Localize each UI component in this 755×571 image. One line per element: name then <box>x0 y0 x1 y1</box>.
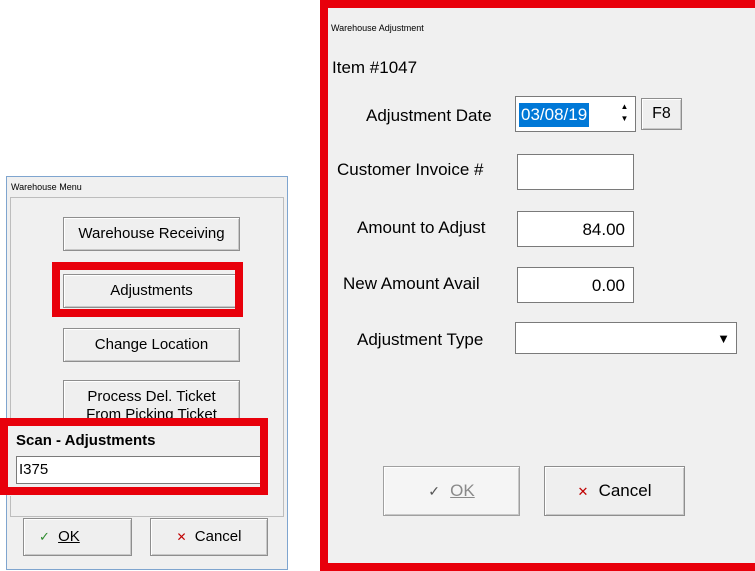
adjustments-label: Adjustments <box>110 282 193 299</box>
adjust-ok-label: OK <box>450 481 475 500</box>
new-amount-avail-label: New Amount Avail <box>343 274 480 293</box>
window-title: Warehouse Menu <box>11 182 82 192</box>
warehouse-adjustment-window: Warehouse Adjustment Item #1047 Adjustme… <box>320 0 755 571</box>
adjust-cancel-button[interactable]: ✕ Cancel <box>544 466 685 516</box>
warehouse-menu-window: Warehouse Menu Warehouse Receiving Adjus… <box>6 176 288 570</box>
change-location-label: Change Location <box>94 336 209 353</box>
spin-up-icon[interactable]: ▲ <box>618 101 631 113</box>
adjustment-date-label: Adjustment Date <box>366 106 492 125</box>
amount-to-adjust-input[interactable]: 84.00 <box>517 211 634 247</box>
menu-ok-label: OK <box>58 528 80 545</box>
new-amount-avail-value: 0.00 <box>591 276 625 295</box>
new-amount-avail-input[interactable]: 0.00 <box>517 267 634 303</box>
spin-arrows-icon[interactable]: ▲ ▼ <box>618 101 631 127</box>
customer-invoice-input[interactable] <box>517 154 634 190</box>
dropdown-arrow-icon[interactable]: ▼ <box>717 331 730 346</box>
menu-cancel-label: Cancel <box>194 528 242 545</box>
adjustments-button[interactable]: Adjustments <box>63 274 240 308</box>
scan-title: Scan - Adjustments <box>16 432 156 449</box>
check-icon: ✓ <box>39 529 50 544</box>
scan-panel: Scan - Adjustments I375 <box>7 418 271 496</box>
process-line-1: Process Del. Ticket <box>87 388 216 405</box>
customer-invoice-label: Customer Invoice # <box>337 160 484 179</box>
adjust-ok-button[interactable]: ✓ OK <box>383 466 520 516</box>
adjustment-type-select[interactable]: ▼ <box>515 322 737 354</box>
menu-cancel-button[interactable]: ✕ Cancel <box>150 518 268 556</box>
f8-label: F8 <box>652 105 671 122</box>
check-icon: ✓ <box>428 483 440 499</box>
adjust-cancel-label: Cancel <box>598 481 652 500</box>
spin-down-icon[interactable]: ▼ <box>618 113 631 125</box>
warehouse-receiving-label: Warehouse Receiving <box>78 225 225 242</box>
amount-to-adjust-label: Amount to Adjust <box>357 218 486 237</box>
amount-to-adjust-value: 84.00 <box>582 220 625 239</box>
cross-icon: ✕ <box>577 484 589 499</box>
menu-ok-button[interactable]: ✓ OK <box>23 518 132 556</box>
scan-input-value: I375 <box>19 461 49 478</box>
item-number: Item #1047 <box>332 58 418 77</box>
f8-button[interactable]: F8 <box>641 98 682 130</box>
date-selection: 03/08/19 <box>519 103 590 127</box>
warehouse-receiving-button[interactable]: Warehouse Receiving <box>63 217 240 251</box>
adjustment-type-label: Adjustment Type <box>357 330 484 349</box>
window-title: Warehouse Adjustment <box>331 23 424 33</box>
change-location-button[interactable]: Change Location <box>63 328 240 362</box>
adjustment-date-field[interactable]: 03/08/19 ▲ ▼ <box>515 96 636 132</box>
scan-input[interactable]: I375 <box>16 456 263 484</box>
cross-icon: ✕ <box>176 530 187 544</box>
